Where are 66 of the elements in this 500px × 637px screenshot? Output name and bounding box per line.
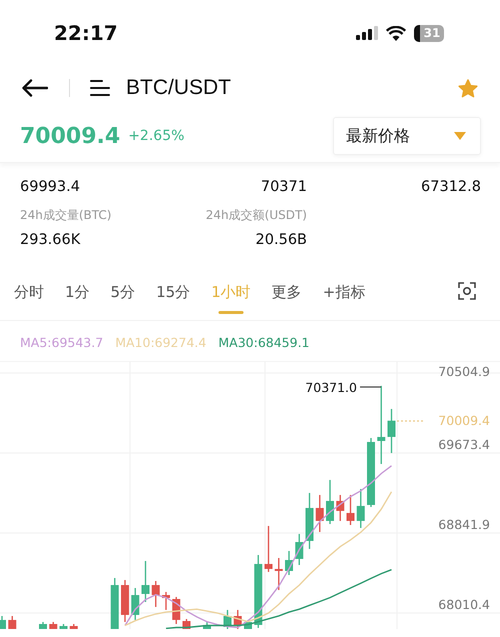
interval-tab[interactable]: 5分 <box>110 274 136 314</box>
candlestick <box>142 560 150 602</box>
scan-icon[interactable] <box>458 282 476 300</box>
leader-line <box>360 386 382 388</box>
candlestick <box>110 578 119 629</box>
caret-icon <box>454 132 466 140</box>
candlestick <box>8 616 16 629</box>
price-type-dropdown[interactable]: 最新价格 <box>333 117 481 155</box>
axis-label: 68841.9 <box>438 516 490 532</box>
candlestick <box>49 622 58 629</box>
signal-icon <box>356 26 378 40</box>
axis-label: 70504.9 <box>438 364 490 379</box>
moving-average-label: MA5:69543.7 <box>20 335 104 352</box>
stat-value: 67312.8 <box>421 179 481 195</box>
stat-label: 24h成交量(BTC) <box>20 207 112 224</box>
candlestick <box>356 489 365 528</box>
high-price-label: 70371.0 <box>305 380 357 395</box>
interval-tab[interactable]: 更多 <box>272 274 302 314</box>
candlestick <box>172 596 180 624</box>
stat-label: 24h成交额(USDT) <box>206 207 307 224</box>
candlestick <box>70 624 78 629</box>
candlestick <box>274 558 283 590</box>
back-arrow-icon[interactable] <box>22 79 48 97</box>
current-price-label: 70009.4 <box>438 413 490 428</box>
battery-indicator: 31 <box>414 24 444 42</box>
candlestick <box>285 550 293 576</box>
candlestick <box>162 592 170 610</box>
candlestick <box>234 610 242 629</box>
stat-value: 293.66K <box>20 232 82 248</box>
candlestick <box>131 588 140 620</box>
moving-average-label: MA30:68459.1 <box>218 335 310 352</box>
interval-tab[interactable]: 15分 <box>156 274 190 314</box>
candlestick <box>203 622 211 629</box>
axis-label: 68010.4 <box>438 597 490 612</box>
candlestick <box>39 622 47 629</box>
candlestick <box>121 580 129 622</box>
stat-value: 69993.4 <box>20 179 81 195</box>
pair-title: BTC/USDT <box>126 76 232 100</box>
wifi-icon <box>386 26 406 40</box>
axis-label: 69673.4 <box>438 436 490 452</box>
star-icon[interactable] <box>458 78 478 98</box>
current-price-line <box>396 420 424 422</box>
candlestick <box>0 616 6 629</box>
interval-tab[interactable]: 1分 <box>65 274 90 314</box>
candlestick <box>326 480 334 524</box>
candlestick <box>336 494 344 521</box>
candlestick <box>367 438 375 507</box>
candlestick <box>60 624 68 629</box>
stat-value: 20.56B <box>256 232 307 248</box>
interval-tab[interactable]: +指标 <box>322 274 366 314</box>
last-price: 70009.4 <box>20 124 120 148</box>
candlestick <box>295 534 304 566</box>
candlestick <box>388 408 396 454</box>
candlestick <box>152 581 160 607</box>
price-change: +2.65% <box>128 128 186 144</box>
interval-tab[interactable]: 分时 <box>14 274 44 314</box>
status-time: 22:17 <box>54 21 118 45</box>
candlestick <box>224 610 232 629</box>
candlestick <box>306 492 314 549</box>
menu-icon[interactable] <box>90 79 110 97</box>
stat-value: 70371 <box>260 179 307 195</box>
candlestick <box>316 494 324 532</box>
candlestick <box>264 526 272 572</box>
candlestick <box>346 494 354 525</box>
candlestick <box>244 620 252 629</box>
moving-average-label: MA10:69274.4 <box>115 335 206 352</box>
